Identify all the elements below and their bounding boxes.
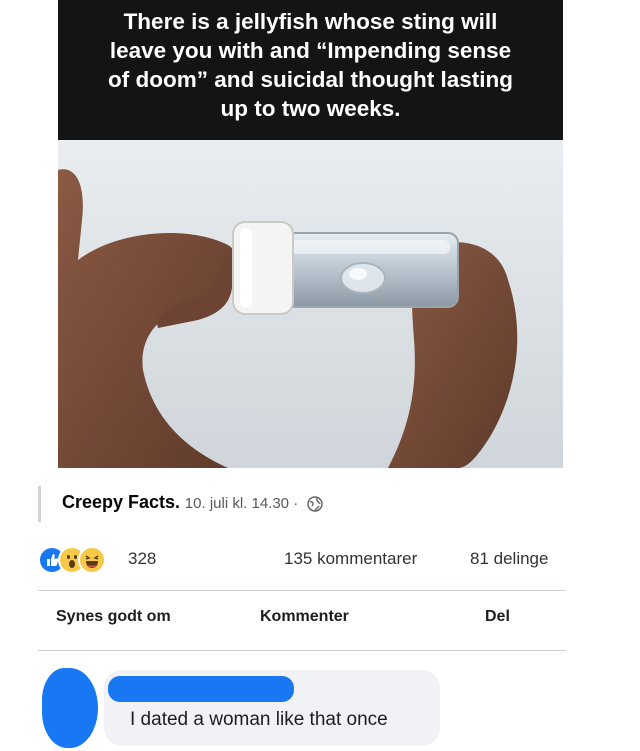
caption-line: There is a jellyfish whose sting will bbox=[123, 9, 498, 34]
globe-icon bbox=[307, 495, 323, 512]
avatar-redacted[interactable] bbox=[42, 668, 98, 748]
share-button[interactable]: Del bbox=[485, 608, 510, 626]
reaction-count[interactable]: 328 bbox=[128, 549, 156, 569]
like-button[interactable]: Synes godt om bbox=[56, 608, 171, 626]
divider bbox=[38, 590, 566, 591]
jellyfish-vial-image bbox=[58, 140, 563, 468]
caption-line: leave you with and “Impending sense bbox=[109, 38, 512, 63]
comment-button[interactable]: Kommenter bbox=[260, 608, 349, 626]
post-accent-bar bbox=[38, 486, 41, 522]
commenter-name-redacted[interactable] bbox=[108, 676, 294, 702]
comment-count[interactable]: 135 kommentarer bbox=[284, 549, 417, 569]
reaction-summary: 328 135 kommentarer 81 delinge bbox=[38, 546, 568, 576]
meme-caption: There is a jellyfish whose sting will le… bbox=[58, 0, 563, 140]
caption-line: of doom” and suicidal thought lasting bbox=[108, 67, 513, 92]
caption-line: up to two weeks. bbox=[220, 96, 401, 121]
post-timestamp[interactable]: 10. juli kl. 14.30 · bbox=[185, 495, 298, 512]
comment-text: I dated a woman like that once bbox=[130, 709, 388, 730]
divider bbox=[38, 650, 566, 651]
comment: I dated a woman like that once bbox=[38, 668, 566, 751]
comment-bubble: I dated a woman like that once bbox=[104, 670, 440, 746]
page-name[interactable]: Creepy Facts. bbox=[62, 492, 180, 512]
post-header: Creepy Facts. 10. juli kl. 14.30 · bbox=[62, 492, 323, 513]
share-count[interactable]: 81 delinge bbox=[470, 549, 568, 569]
post-actions: Synes godt om Kommenter Del bbox=[38, 600, 566, 640]
haha-icon bbox=[78, 546, 106, 574]
post-photo[interactable] bbox=[58, 140, 563, 468]
